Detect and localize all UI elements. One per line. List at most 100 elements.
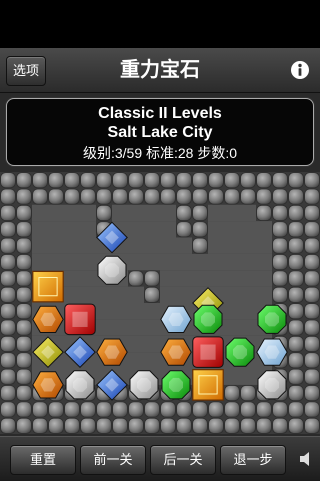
green-octagon-gem[interactable] <box>161 370 191 400</box>
floor-cell <box>128 352 144 369</box>
white-octagon-gem[interactable] <box>97 255 127 285</box>
floor-cell <box>224 270 240 287</box>
floor-cell <box>80 237 96 254</box>
game-board[interactable] <box>0 172 320 434</box>
floor-cell <box>256 221 272 238</box>
stone-wall <box>128 401 144 418</box>
orange-square-gem[interactable] <box>32 270 64 303</box>
stone-wall <box>0 401 16 418</box>
bottom-toolbar: 重置 前一关 后一关 退一步 <box>0 436 320 481</box>
floor-cell <box>128 286 144 303</box>
orange-square-gem[interactable] <box>192 369 224 401</box>
stone-wall <box>80 188 96 205</box>
stone-wall <box>16 385 32 402</box>
stone-wall <box>304 172 320 189</box>
floor-cell <box>176 286 192 303</box>
floor-cell <box>160 253 176 271</box>
floor-cell <box>176 253 192 271</box>
floor-cell <box>224 319 240 336</box>
floor-cell <box>128 237 144 254</box>
floor-cell <box>96 303 112 320</box>
green-octagon-gem[interactable] <box>193 304 223 334</box>
white-octagon-gem[interactable] <box>129 370 159 400</box>
floor-cell <box>112 303 128 320</box>
white-octagon-gem[interactable] <box>65 370 95 400</box>
floor-cell <box>256 237 272 254</box>
stone-wall <box>176 417 192 434</box>
speaker-icon[interactable] <box>298 451 314 467</box>
stone-wall <box>32 401 48 418</box>
stone-wall <box>272 204 288 221</box>
floor-cell <box>48 221 64 238</box>
stone-wall <box>112 401 128 418</box>
floor-cell <box>224 253 240 271</box>
red-square-gem[interactable] <box>64 303 96 336</box>
stone-wall <box>16 417 32 434</box>
previous-level-button[interactable]: 前一关 <box>80 445 146 475</box>
stone-wall <box>304 303 320 320</box>
stone-wall <box>288 204 304 221</box>
floor-cell <box>192 270 208 287</box>
stone-wall <box>16 237 32 254</box>
stone-wall <box>256 417 272 434</box>
level-info-panel: Classic II Levels Salt Lake City 级别:3/59… <box>6 98 314 166</box>
stone-wall <box>288 335 304 352</box>
stone-wall <box>272 401 288 418</box>
floor-cell <box>240 270 256 287</box>
stone-wall <box>0 417 16 434</box>
stone-wall <box>16 204 32 221</box>
stone-wall <box>304 221 320 238</box>
floor-cell <box>176 237 192 254</box>
stone-wall <box>272 254 288 271</box>
white-octagon-gem[interactable] <box>257 370 287 400</box>
stone-wall <box>160 188 176 205</box>
stone-wall <box>64 417 80 434</box>
stone-wall <box>80 401 96 418</box>
nav-bar: 选项 重力宝石 <box>0 48 320 93</box>
floor-cell <box>208 270 224 287</box>
floor-cell <box>208 253 224 271</box>
floor-cell <box>240 303 256 320</box>
stone-wall <box>160 172 176 189</box>
stone-wall <box>208 188 224 205</box>
stone-wall <box>144 270 160 287</box>
floor-cell <box>48 237 64 254</box>
green-octagon-gem[interactable] <box>257 304 287 334</box>
stone-wall <box>0 352 16 369</box>
stone-wall <box>144 188 160 205</box>
reset-button[interactable]: 重置 <box>10 445 76 475</box>
stone-wall <box>16 188 32 205</box>
floor-cell <box>144 352 160 369</box>
stone-wall <box>272 286 288 303</box>
undo-button[interactable]: 退一步 <box>220 445 286 475</box>
stone-wall <box>112 188 128 205</box>
stone-wall <box>16 303 32 320</box>
stone-wall <box>0 286 16 303</box>
info-icon[interactable] <box>290 60 310 80</box>
green-octagon-gem[interactable] <box>225 337 255 367</box>
stone-wall <box>64 172 80 189</box>
floor-cell <box>160 286 176 303</box>
red-square-gem[interactable] <box>192 336 224 368</box>
floor-cell <box>128 221 144 238</box>
floor-cell <box>160 221 176 238</box>
stone-wall <box>304 188 320 205</box>
stone-wall <box>304 335 320 352</box>
stone-wall <box>240 385 256 402</box>
stone-wall <box>192 401 208 418</box>
floor-cell <box>224 368 240 385</box>
floor-cell <box>144 237 160 254</box>
stone-wall <box>208 401 224 418</box>
floor-cell <box>240 204 256 222</box>
stone-wall <box>16 352 32 369</box>
stone-wall <box>272 237 288 254</box>
next-level-button[interactable]: 后一关 <box>150 445 216 475</box>
floor-cell <box>32 221 48 238</box>
stone-wall <box>208 172 224 189</box>
floor-cell <box>64 270 80 287</box>
stone-wall <box>192 188 208 205</box>
stone-wall <box>0 188 16 205</box>
stone-wall <box>0 204 16 221</box>
stone-wall <box>304 417 320 434</box>
stone-wall <box>0 368 16 385</box>
